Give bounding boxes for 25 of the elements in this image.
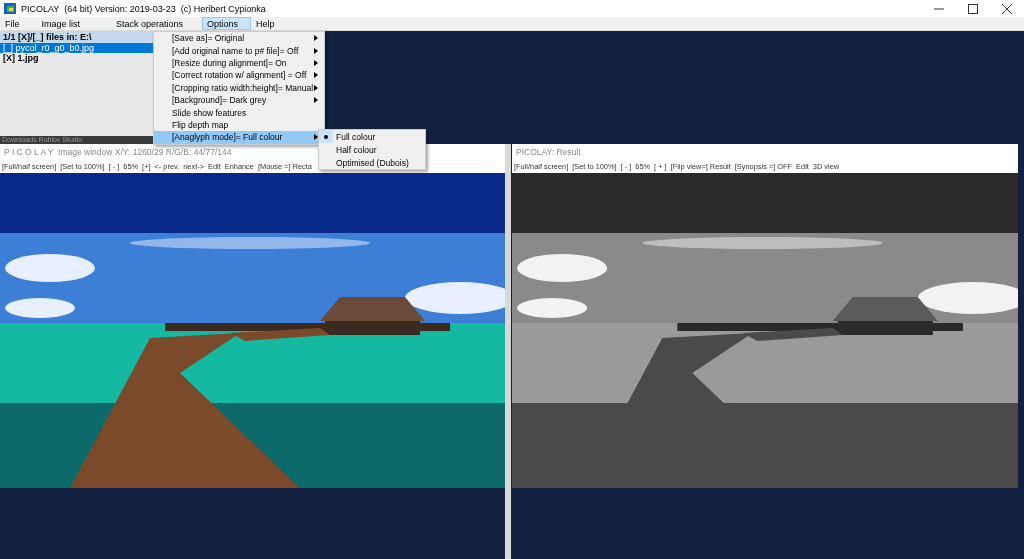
app-icon [4,3,16,14]
menu-option[interactable]: [Add original name to p# file]= Off [154,44,324,57]
menu-option[interactable]: [Cropping ratio width:height]= Manual [154,81,324,94]
menu-option[interactable]: [Save as]= Original [154,32,324,45]
radio-dot-icon [324,134,328,139]
menu-option[interactable]: [Resize during alignment]= On [154,56,324,70]
file-list-header: 1/1 [X]/[_] files in: E:\ [0,31,153,43]
image-window-title: PICOLAY: Result [516,146,581,157]
menu-option[interactable]: Flip depth map [154,118,324,132]
submenu-option[interactable]: Half colour [319,143,425,156]
menu-option[interactable]: [Background]= Dark grey [154,93,324,107]
menu-item[interactable]: Help [251,17,290,30]
image-window-title: P I C O L A Y Image window X/Y: 1260/29 R/G/B: 44/77/144 [4,146,232,157]
maximize-icon [968,3,978,14]
close-icon [1002,3,1012,14]
image-list-entry[interactable]: [_] pycol_r0_g0_b0.jpg [0,43,153,53]
submenu-option[interactable]: Optimised (Dubois) [319,156,425,169]
window-title: PICOLAY (64 bit) Version: 2019-03-23 (c) Heribert Cypionka [21,3,267,14]
image-list-entry[interactable]: [X] 1.jpg [0,53,153,63]
menu-item[interactable]: Options [202,17,252,30]
menu-option[interactable]: Slide show features [154,106,324,119]
menu-option[interactable]: [Correct rotation w/ alignment] = Off [154,69,324,82]
menu-item[interactable]: Image list [36,17,112,30]
menu-item[interactable]: File [0,17,37,30]
menu-item[interactable]: Stack operations [111,17,203,30]
